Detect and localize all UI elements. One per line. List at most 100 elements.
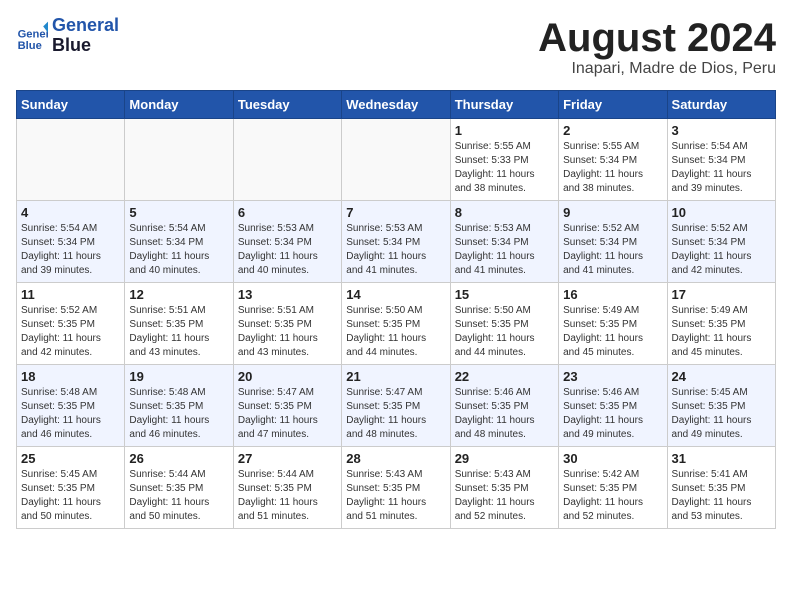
svg-text:Blue: Blue bbox=[18, 40, 42, 52]
day-number: 23 bbox=[563, 369, 662, 384]
day-info: Sunrise: 5:46 AM Sunset: 5:35 PM Dayligh… bbox=[455, 386, 554, 442]
calendar-day-cell: 13 Sunrise: 5:51 AM Sunset: 5:35 PM Dayli… bbox=[233, 283, 341, 365]
calendar-day-cell: 22 Sunrise: 5:46 AM Sunset: 5:35 PM Dayli… bbox=[450, 365, 558, 447]
day-info: Sunrise: 5:46 AM Sunset: 5:35 PM Dayligh… bbox=[563, 386, 662, 442]
day-info: Sunrise: 5:45 AM Sunset: 5:35 PM Dayligh… bbox=[672, 386, 771, 442]
day-number: 6 bbox=[238, 205, 337, 220]
day-info: Sunrise: 5:47 AM Sunset: 5:35 PM Dayligh… bbox=[238, 386, 337, 442]
logo-line2: Blue bbox=[52, 36, 119, 56]
calendar-day-cell bbox=[233, 119, 341, 201]
calendar-day-cell: 30 Sunrise: 5:42 AM Sunset: 5:35 PM Dayli… bbox=[559, 447, 667, 529]
calendar-day-cell: 14Sunrise: 5:50 AM Sunset: 5:35 PM Dayli… bbox=[342, 283, 450, 365]
calendar-day-cell: 20 Sunrise: 5:47 AM Sunset: 5:35 PM Dayli… bbox=[233, 365, 341, 447]
day-number: 9 bbox=[563, 205, 662, 220]
day-info: Sunrise: 5:52 AM Sunset: 5:34 PM Dayligh… bbox=[672, 222, 771, 278]
calendar-day-cell: 19 Sunrise: 5:48 AM Sunset: 5:35 PM Dayli… bbox=[125, 365, 233, 447]
day-number: 3 bbox=[672, 123, 771, 138]
calendar-day-cell: 7Sunrise: 5:53 AM Sunset: 5:34 PM Daylig… bbox=[342, 201, 450, 283]
day-info: Sunrise: 5:53 AM Sunset: 5:34 PM Dayligh… bbox=[346, 222, 445, 278]
weekday-header: Sunday bbox=[17, 91, 125, 119]
calendar-day-cell: 10 Sunrise: 5:52 AM Sunset: 5:34 PM Dayli… bbox=[667, 201, 775, 283]
day-number: 2 bbox=[563, 123, 662, 138]
calendar-day-cell: 15Sunrise: 5:50 AM Sunset: 5:35 PM Dayli… bbox=[450, 283, 558, 365]
calendar-week-row: 1Sunrise: 5:55 AM Sunset: 5:33 PM Daylig… bbox=[17, 119, 776, 201]
day-info: Sunrise: 5:45 AM Sunset: 5:35 PM Dayligh… bbox=[21, 468, 120, 524]
logo-text: General Blue bbox=[52, 16, 119, 56]
day-info: Sunrise: 5:43 AM Sunset: 5:35 PM Dayligh… bbox=[455, 468, 554, 524]
calendar-day-cell: 1Sunrise: 5:55 AM Sunset: 5:33 PM Daylig… bbox=[450, 119, 558, 201]
day-number: 10 bbox=[672, 205, 771, 220]
calendar-day-cell: 25 Sunrise: 5:45 AM Sunset: 5:35 PM Dayli… bbox=[17, 447, 125, 529]
day-info: Sunrise: 5:52 AM Sunset: 5:34 PM Dayligh… bbox=[563, 222, 662, 278]
calendar-day-cell: 12Sunrise: 5:51 AM Sunset: 5:35 PM Dayli… bbox=[125, 283, 233, 365]
day-info: Sunrise: 5:42 AM Sunset: 5:35 PM Dayligh… bbox=[563, 468, 662, 524]
calendar-day-cell: 18 Sunrise: 5:48 AM Sunset: 5:35 PM Dayli… bbox=[17, 365, 125, 447]
day-info: Sunrise: 5:54 AM Sunset: 5:34 PM Dayligh… bbox=[129, 222, 228, 278]
day-info: Sunrise: 5:48 AM Sunset: 5:35 PM Dayligh… bbox=[21, 386, 120, 442]
calendar-day-cell: 17Sunrise: 5:49 AM Sunset: 5:35 PM Dayli… bbox=[667, 283, 775, 365]
day-number: 30 bbox=[563, 451, 662, 466]
month-title: August 2024 bbox=[538, 16, 776, 60]
day-number: 22 bbox=[455, 369, 554, 384]
page-header: General Blue General Blue August 2024 In… bbox=[16, 16, 776, 78]
day-number: 18 bbox=[21, 369, 120, 384]
calendar-day-cell: 4Sunrise: 5:54 AM Sunset: 5:34 PM Daylig… bbox=[17, 201, 125, 283]
day-number: 27 bbox=[238, 451, 337, 466]
calendar-day-cell: 5 Sunrise: 5:54 AM Sunset: 5:34 PM Daylig… bbox=[125, 201, 233, 283]
day-info: Sunrise: 5:44 AM Sunset: 5:35 PM Dayligh… bbox=[238, 468, 337, 524]
day-number: 29 bbox=[455, 451, 554, 466]
calendar-day-cell bbox=[17, 119, 125, 201]
day-info: Sunrise: 5:53 AM Sunset: 5:34 PM Dayligh… bbox=[455, 222, 554, 278]
day-number: 4 bbox=[21, 205, 120, 220]
day-number: 14 bbox=[346, 287, 445, 302]
calendar-week-row: 25 Sunrise: 5:45 AM Sunset: 5:35 PM Dayli… bbox=[17, 447, 776, 529]
logo-line1: General bbox=[52, 16, 119, 36]
day-number: 19 bbox=[129, 369, 228, 384]
day-info: Sunrise: 5:47 AM Sunset: 5:35 PM Dayligh… bbox=[346, 386, 445, 442]
day-info: Sunrise: 5:55 AM Sunset: 5:34 PM Dayligh… bbox=[563, 140, 662, 196]
day-number: 24 bbox=[672, 369, 771, 384]
day-info: Sunrise: 5:49 AM Sunset: 5:35 PM Dayligh… bbox=[563, 304, 662, 360]
day-number: 11 bbox=[21, 287, 120, 302]
calendar-week-row: 4 Sunrise: 5:54 AM Sunset: 5:34 PM Daylig… bbox=[17, 201, 776, 283]
calendar-day-cell: 31 Sunrise: 5:41 AM Sunset: 5:35 PM Dayli… bbox=[667, 447, 775, 529]
calendar-day-cell: 23 Sunrise: 5:46 AM Sunset: 5:35 PM Dayli… bbox=[559, 365, 667, 447]
day-number: 1 bbox=[455, 123, 554, 138]
weekday-header: Monday bbox=[125, 91, 233, 119]
calendar-day-cell: 3 Sunrise: 5:54 AM Sunset: 5:34 PM Daylig… bbox=[667, 119, 775, 201]
day-number: 15 bbox=[455, 287, 554, 302]
day-number: 8 bbox=[455, 205, 554, 220]
day-number: 31 bbox=[672, 451, 771, 466]
day-number: 20 bbox=[238, 369, 337, 384]
day-info: Sunrise: 5:43 AM Sunset: 5:35 PM Dayligh… bbox=[346, 468, 445, 524]
day-info: Sunrise: 5:44 AM Sunset: 5:35 PM Dayligh… bbox=[129, 468, 228, 524]
day-info: Sunrise: 5:48 AM Sunset: 5:35 PM Dayligh… bbox=[129, 386, 228, 442]
day-number: 28 bbox=[346, 451, 445, 466]
calendar-day-cell: 11 Sunrise: 5:52 AM Sunset: 5:35 PM Dayli… bbox=[17, 283, 125, 365]
day-info: Sunrise: 5:51 AM Sunset: 5:35 PM Dayligh… bbox=[238, 304, 337, 360]
weekday-header: Wednesday bbox=[342, 91, 450, 119]
day-info: Sunrise: 5:41 AM Sunset: 5:35 PM Dayligh… bbox=[672, 468, 771, 524]
weekday-header-row: SundayMondayTuesdayWednesdayThursdayFrid… bbox=[17, 91, 776, 119]
title-area: August 2024 Inapari, Madre de Dios, Peru bbox=[538, 16, 776, 78]
day-info: Sunrise: 5:52 AM Sunset: 5:35 PM Dayligh… bbox=[21, 304, 120, 360]
calendar-table: SundayMondayTuesdayWednesdayThursdayFrid… bbox=[16, 90, 776, 529]
logo: General Blue General Blue bbox=[16, 16, 119, 56]
calendar-week-row: 18 Sunrise: 5:48 AM Sunset: 5:35 PM Dayli… bbox=[17, 365, 776, 447]
day-info: Sunrise: 5:54 AM Sunset: 5:34 PM Dayligh… bbox=[672, 140, 771, 196]
calendar-day-cell: 27 Sunrise: 5:44 AM Sunset: 5:35 PM Dayli… bbox=[233, 447, 341, 529]
day-info: Sunrise: 5:49 AM Sunset: 5:35 PM Dayligh… bbox=[672, 304, 771, 360]
weekday-header: Saturday bbox=[667, 91, 775, 119]
day-number: 12 bbox=[129, 287, 228, 302]
day-number: 5 bbox=[129, 205, 228, 220]
day-number: 16 bbox=[563, 287, 662, 302]
day-number: 13 bbox=[238, 287, 337, 302]
day-number: 26 bbox=[129, 451, 228, 466]
calendar-day-cell: 16 Sunrise: 5:49 AM Sunset: 5:35 PM Dayli… bbox=[559, 283, 667, 365]
location-subtitle: Inapari, Madre de Dios, Peru bbox=[538, 60, 776, 78]
day-number: 25 bbox=[21, 451, 120, 466]
calendar-day-cell: 26 Sunrise: 5:44 AM Sunset: 5:35 PM Dayli… bbox=[125, 447, 233, 529]
calendar-day-cell: 24 Sunrise: 5:45 AM Sunset: 5:35 PM Dayli… bbox=[667, 365, 775, 447]
svg-text:General: General bbox=[18, 28, 48, 40]
calendar-day-cell: 9 Sunrise: 5:52 AM Sunset: 5:34 PM Daylig… bbox=[559, 201, 667, 283]
